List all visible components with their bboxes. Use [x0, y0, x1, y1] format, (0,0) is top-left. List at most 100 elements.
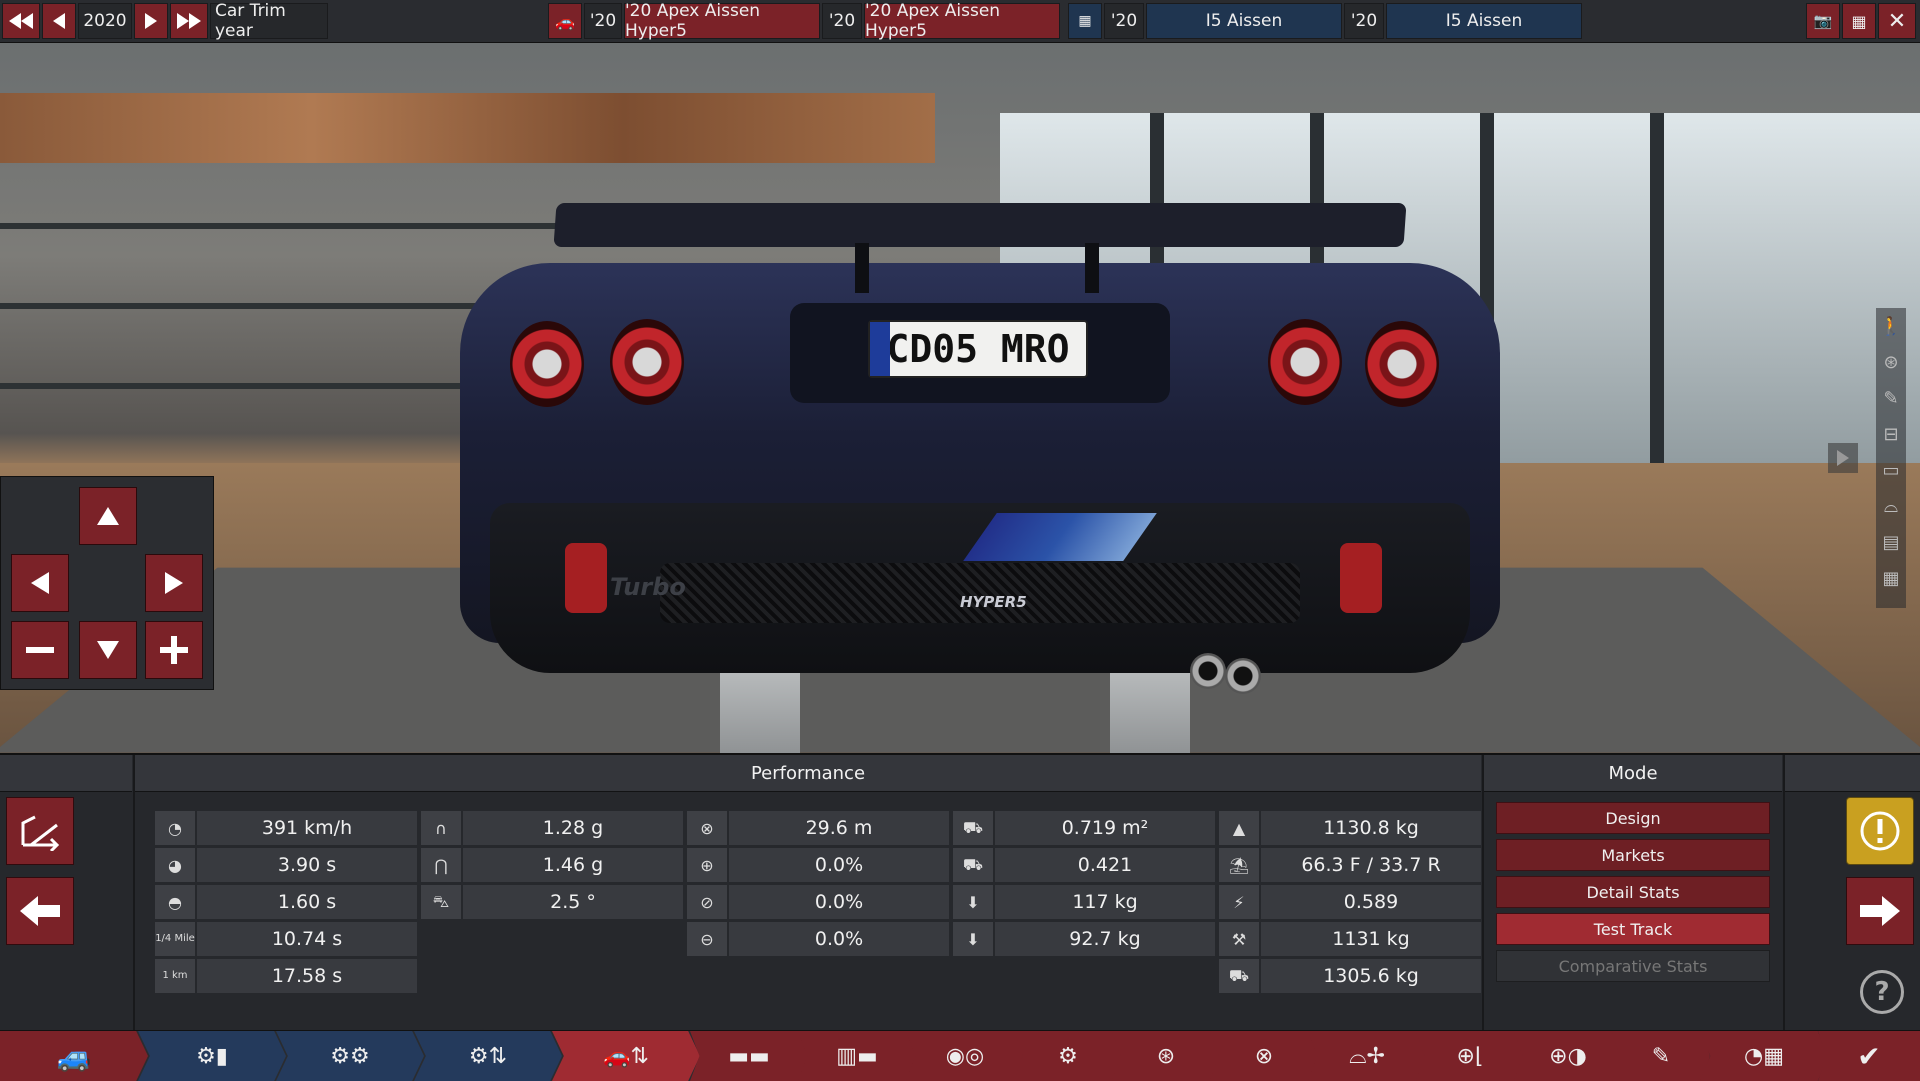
rear-reflector: [565, 543, 607, 613]
stat-gross-weight: ⛟ 1305.6 kg: [1219, 959, 1481, 993]
year-value: 2020: [78, 3, 132, 39]
help-button[interactable]: ?: [1860, 970, 1904, 1014]
camera-up-button[interactable]: [79, 487, 137, 545]
engine-name-2[interactable]: I5 Aissen: [1386, 3, 1582, 39]
nav-car-trim[interactable]: 🚗⇅: [552, 1031, 700, 1081]
camera-right-button[interactable]: [145, 554, 203, 612]
nav-engine-parts[interactable]: ⚙▮: [138, 1031, 286, 1081]
year-first-button[interactable]: [2, 3, 40, 39]
nav-aero[interactable]: ⌓✢: [1308, 1031, 1426, 1081]
stat-roll: ⛍ 2.5 °: [421, 885, 683, 919]
model-name-1[interactable]: '20 Apex Aissen Hyper5: [624, 1, 820, 41]
nav-engine-block[interactable]: ⚙⚙: [276, 1031, 424, 1081]
year-last-button[interactable]: [170, 3, 208, 39]
driver-view-button[interactable]: 🚶: [1876, 308, 1906, 344]
mode-markets-button[interactable]: Markets: [1496, 839, 1770, 871]
stat-value: 3.90 s: [197, 848, 417, 882]
stat-value: 92.7 kg: [995, 922, 1215, 956]
stats-panel: Performance Mode ◔ 391 km/h ◕ 3.90 s ◓ 1…: [0, 753, 1920, 1032]
body-view-button[interactable]: ⌓: [1876, 488, 1906, 524]
mode-comparative-stats-button[interactable]: Comparative Stats: [1496, 950, 1770, 982]
car-viewport[interactable]: CD05 MRO Turbo HYPER5 🚶 ⊛ ✎ ⊟ ▭ ⌓ ▤ ▦: [0, 43, 1920, 753]
route-editor-button[interactable]: [6, 797, 74, 865]
engine-button[interactable]: ▦: [1068, 3, 1102, 39]
wheel-view-button[interactable]: ⊛: [1876, 344, 1906, 380]
nav-gearbox[interactable]: ⚙: [1014, 1031, 1122, 1081]
calculator-button[interactable]: ▦: [1842, 3, 1876, 39]
exhaust-tip: [1190, 653, 1226, 689]
nav-interior[interactable]: ⊕⌊: [1416, 1031, 1524, 1081]
paint-view-button[interactable]: ✎: [1876, 380, 1906, 416]
trim-view-button[interactable]: ▤: [1876, 524, 1906, 560]
stat-value: 1.46 g: [463, 848, 683, 882]
left-arrow-icon: [31, 572, 49, 594]
car-badge-turbo: Turbo: [610, 573, 686, 601]
wheel-icon: ⊛: [1883, 351, 1899, 373]
close-button[interactable]: ✕: [1878, 3, 1916, 39]
nav-paint[interactable]: ✎: [1612, 1031, 1710, 1081]
top-bar: 2020 Car Trim year 🚗 '20 '20 Apex Aissen…: [0, 0, 1920, 43]
trim-year-1: '20: [822, 3, 862, 39]
engine-name-1[interactable]: I5 Aissen: [1146, 3, 1342, 39]
engine-view-button[interactable]: ⊟: [1876, 416, 1906, 452]
rear-downforce-icon: ⬇: [953, 922, 993, 956]
nav-finish[interactable]: ✔: [1818, 1031, 1920, 1081]
screenshot-button[interactable]: 📷: [1806, 3, 1840, 39]
stat-value: 0.421: [995, 848, 1215, 882]
up-arrow-icon: [97, 507, 119, 525]
design-stage-nav: 🚙 ⚙▮ ⚙⚙ ⚙⇅ 🚗⇅ ▬▬ ▥▬ ◉◎ ⚙ ⊛ ⊗ ⌓✢ ⊕⌊ ⊕◑ ✎ …: [0, 1030, 1920, 1081]
person-icon: 🚶: [1879, 315, 1903, 337]
exhaust-tip: [1225, 658, 1261, 694]
nav-engine-tune[interactable]: ⚙⇅: [414, 1031, 562, 1081]
model-year-1: '20: [584, 3, 622, 39]
year-next-button[interactable]: [134, 3, 168, 39]
aero-icon: ⌓✢: [1349, 1043, 1385, 1069]
right-arrow-icon: [1837, 450, 1849, 466]
mode-test-track-button[interactable]: Test Track: [1496, 913, 1770, 945]
divider: [1783, 755, 1785, 1032]
tail-light: [510, 321, 584, 407]
trim-name-1[interactable]: '20 Apex Aissen Hyper5: [864, 1, 1060, 41]
car-trim-year-label: Car Trim year: [210, 1, 328, 41]
nav-wheels[interactable]: ⊛: [1112, 1031, 1220, 1081]
chassis-icon: ▬▬: [728, 1043, 770, 1069]
right-arrow-icon: [145, 13, 157, 29]
mode-detail-stats-button[interactable]: Detail Stats: [1496, 876, 1770, 908]
minus-icon: [26, 647, 54, 653]
panel-view-button[interactable]: ▭: [1876, 452, 1906, 488]
nav-chassis[interactable]: ▬▬: [690, 1031, 808, 1081]
brake-fade-icon: ⊕: [687, 848, 727, 882]
camera-icon: 📷: [1813, 12, 1833, 30]
front-downforce-icon: ⬇: [953, 885, 993, 919]
nav-suspension[interactable]: ▥▬: [798, 1031, 916, 1081]
year-prev-button[interactable]: [42, 3, 76, 39]
car-model-button[interactable]: 🚗: [548, 3, 582, 39]
accel-60-100-icon: ◓: [155, 885, 195, 919]
nav-test-track[interactable]: ◔▦: [1700, 1031, 1828, 1081]
grille-view-button[interactable]: ▦: [1876, 560, 1906, 596]
warnings-button[interactable]: [1846, 797, 1914, 865]
mode-design-button[interactable]: Design: [1496, 802, 1770, 834]
zoom-in-button[interactable]: [145, 621, 203, 679]
stat-accel-2: ◓ 1.60 s: [155, 885, 417, 919]
nav-tyres[interactable]: ⊕◑: [1514, 1031, 1622, 1081]
license-plate: CD05 MRO: [868, 320, 1088, 378]
wheel-lock-icon: ⊘: [687, 885, 727, 919]
stat-tow-weight: ⚒ 1131 kg: [1219, 922, 1481, 956]
right-arrow-icon: [165, 572, 183, 594]
right-column-header: [1785, 755, 1920, 792]
back-button[interactable]: [6, 877, 74, 945]
nav-brakes[interactable]: ⊗: [1210, 1031, 1318, 1081]
plus-icon: [160, 636, 188, 664]
engine-block-icon: ⚙⚙: [330, 1043, 370, 1069]
camera-down-button[interactable]: [79, 621, 137, 679]
divider: [133, 755, 135, 1032]
zoom-out-button[interactable]: [11, 621, 69, 679]
nav-headlights[interactable]: ◉◎: [906, 1031, 1024, 1081]
camera-left-button[interactable]: [11, 554, 69, 612]
car-model: CD05 MRO Turbo HYPER5: [460, 203, 1500, 723]
side-toolbar-toggle[interactable]: [1828, 443, 1858, 473]
nav-car-body[interactable]: 🚙: [0, 1031, 148, 1081]
next-button[interactable]: [1846, 877, 1914, 945]
engine-icon: ▦: [1078, 13, 1092, 29]
